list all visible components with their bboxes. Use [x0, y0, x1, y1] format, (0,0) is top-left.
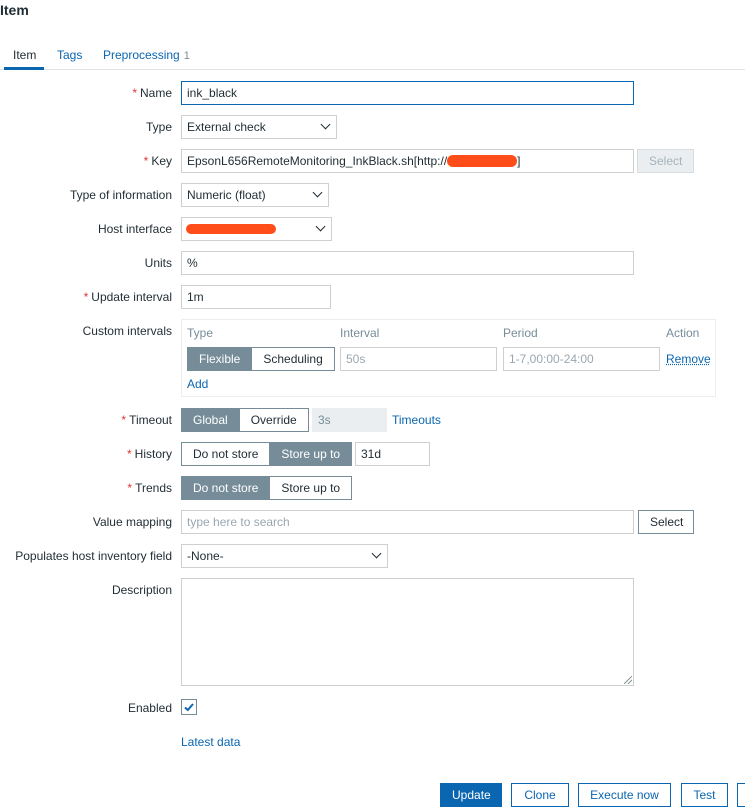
timeout-global-option[interactable]: Global — [181, 408, 240, 432]
value-mapping-placeholder: type here to search — [187, 515, 290, 529]
resize-handle-icon[interactable] — [624, 676, 632, 684]
custom-intervals-label: Custom intervals — [82, 324, 172, 338]
required-marker: * — [127, 481, 133, 495]
timeout-override-option[interactable]: Override — [239, 408, 309, 432]
type-of-information-select[interactable]: Numeric (float) — [181, 183, 329, 207]
trends-store-up-to-option[interactable]: Store up to — [270, 476, 353, 500]
inventory-field-label: Populates host inventory field — [15, 549, 172, 563]
host-interface-select[interactable] — [181, 217, 332, 241]
flexible-option[interactable]: Flexible — [187, 347, 253, 371]
history-toggle: Do not store Store up to — [181, 442, 353, 466]
type-select[interactable]: External check — [181, 115, 337, 139]
execute-now-button[interactable]: Execute now — [578, 783, 671, 807]
add-interval-link[interactable]: Add — [187, 377, 208, 391]
type-of-information-label: Type of information — [69, 188, 172, 202]
value-mapping-input[interactable]: type here to search — [181, 510, 634, 534]
custom-period-placeholder: 1-7,00:00-24:00 — [509, 352, 594, 366]
checkmark-icon — [184, 703, 194, 712]
clone-button[interactable]: Clone — [511, 783, 569, 807]
timeout-toggle: Global Override — [181, 408, 309, 432]
chevron-down-icon — [315, 221, 326, 232]
name-label: * Name — [132, 86, 172, 100]
history-store-up-to-option[interactable]: Store up to — [270, 442, 353, 466]
custom-intervals-header-interval: Interval — [340, 326, 380, 340]
required-marker: * — [143, 154, 149, 168]
tab-preprocessing-label: Preprocessing — [103, 48, 180, 62]
chevron-down-icon — [312, 187, 323, 198]
key-input-value: EpsonL656RemoteMonitoring_InkBlack.sh[ht… — [187, 154, 448, 168]
update-button[interactable]: Update — [440, 783, 502, 807]
timeout-value-input[interactable]: 3s — [312, 408, 387, 432]
host-interface-label: Host interface — [97, 222, 172, 236]
update-interval-label: * Update interval — [83, 290, 172, 304]
enabled-checkbox[interactable] — [181, 699, 197, 715]
description-textarea[interactable] — [181, 578, 634, 686]
tab-preprocessing-count: 1 — [183, 50, 190, 62]
remove-interval-link[interactable]: Remove — [666, 352, 711, 366]
inventory-field-select[interactable]: -None- — [181, 544, 388, 568]
required-marker: * — [126, 447, 132, 461]
scheduling-option[interactable]: Scheduling — [252, 347, 335, 371]
type-of-information-value: Numeric (float) — [187, 188, 266, 202]
latest-data-link[interactable]: Latest data — [181, 735, 240, 749]
page-title: Item — [0, 2, 29, 18]
type-select-value: External check — [187, 120, 266, 134]
key-input[interactable]: EpsonL656RemoteMonitoring_InkBlack.sh[ht… — [181, 149, 634, 173]
custom-intervals-header-period: Period — [503, 326, 538, 340]
value-mapping-label: Value mapping — [92, 515, 172, 529]
required-marker: * — [132, 86, 137, 100]
tab-divider — [0, 69, 745, 70]
custom-interval-placeholder: 50s — [346, 352, 366, 366]
update-interval-input[interactable]: 1m — [181, 285, 331, 309]
tab-preprocessing[interactable]: Preprocessing 1 — [103, 48, 190, 62]
units-input[interactable]: % — [181, 251, 634, 275]
trends-do-not-store-option[interactable]: Do not store — [181, 476, 271, 500]
units-label: Units — [144, 256, 172, 270]
description-label: Description — [111, 583, 172, 597]
name-input[interactable]: ink_black — [181, 81, 634, 105]
chevron-down-icon — [371, 548, 382, 559]
value-mapping-select-button[interactable]: Select — [638, 510, 694, 534]
key-input-suffix: ] — [517, 154, 521, 168]
active-tab-indicator — [4, 67, 44, 70]
timeouts-link[interactable]: Timeouts — [392, 413, 441, 427]
inventory-field-value: -None- — [187, 549, 224, 563]
test-button[interactable]: Test — [681, 783, 728, 807]
tab-tags[interactable]: Tags — [57, 48, 82, 62]
redaction-mark — [447, 155, 518, 167]
custom-intervals-header-action: Action — [666, 326, 700, 340]
chevron-down-icon — [320, 119, 331, 130]
enabled-label: Enabled — [127, 701, 172, 715]
type-label: Type — [145, 120, 172, 134]
required-marker: * — [121, 413, 127, 427]
redaction-mark — [186, 224, 276, 234]
key-label: * Key — [143, 154, 172, 168]
history-value-input[interactable]: 31d — [355, 442, 430, 466]
trends-label: * Trends — [127, 481, 172, 495]
custom-period-input[interactable]: 1-7,00:00-24:00 — [503, 347, 660, 371]
key-select-button[interactable]: Select — [637, 149, 694, 173]
custom-interval-input[interactable]: 50s — [340, 347, 497, 371]
history-do-not-store-option[interactable]: Do not store — [181, 442, 271, 466]
tab-item[interactable]: Item — [13, 48, 36, 62]
more-button-partial[interactable] — [737, 783, 745, 807]
custom-interval-type-toggle: Flexible Scheduling — [187, 347, 335, 371]
required-marker: * — [83, 290, 89, 304]
custom-intervals-header-type: Type — [187, 326, 214, 340]
timeout-label: * Timeout — [121, 413, 172, 427]
trends-toggle: Do not store Store up to — [181, 476, 353, 500]
history-label: * History — [126, 447, 172, 461]
